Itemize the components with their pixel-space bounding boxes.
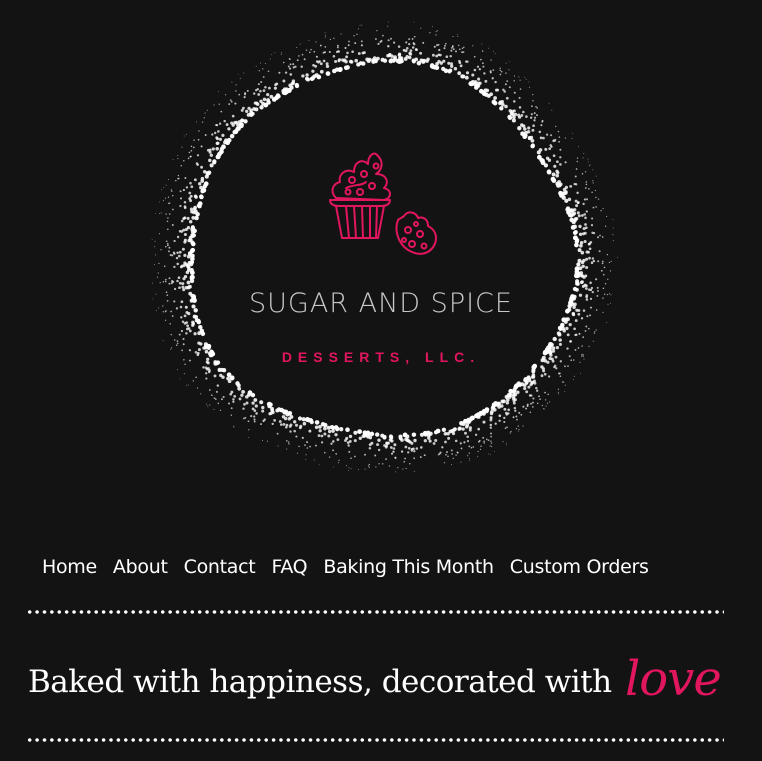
brand-subtitle: DESSERTS, LLC.	[281, 349, 481, 365]
brand-name: SUGAR AND SPICE	[249, 288, 513, 319]
page: SUGAR AND SPICE DESSERTS, LLC. Home Abou…	[0, 0, 762, 761]
main-navigation: Home About Contact FAQ Baking This Month…	[42, 556, 649, 578]
nav-contact[interactable]: Contact	[184, 556, 256, 578]
cupcake-and-cookie-icon	[329, 152, 437, 255]
nav-custom-orders[interactable]: Custom Orders	[510, 556, 649, 578]
nav-faq[interactable]: FAQ	[271, 556, 307, 578]
tagline-highlight: love	[624, 651, 722, 707]
dotted-divider-top	[26, 609, 724, 615]
tagline-text: Baked with happiness, decorated with	[28, 664, 612, 700]
dotted-divider-bottom	[26, 737, 724, 743]
nav-home[interactable]: Home	[42, 556, 97, 578]
brand-logo[interactable]: SUGAR AND SPICE DESSERTS, LLC.	[126, 6, 638, 504]
nav-baking-this-month[interactable]: Baking This Month	[323, 556, 494, 578]
nav-about[interactable]: About	[113, 556, 168, 578]
tagline: Baked with happiness, decorated with lov…	[28, 651, 722, 707]
